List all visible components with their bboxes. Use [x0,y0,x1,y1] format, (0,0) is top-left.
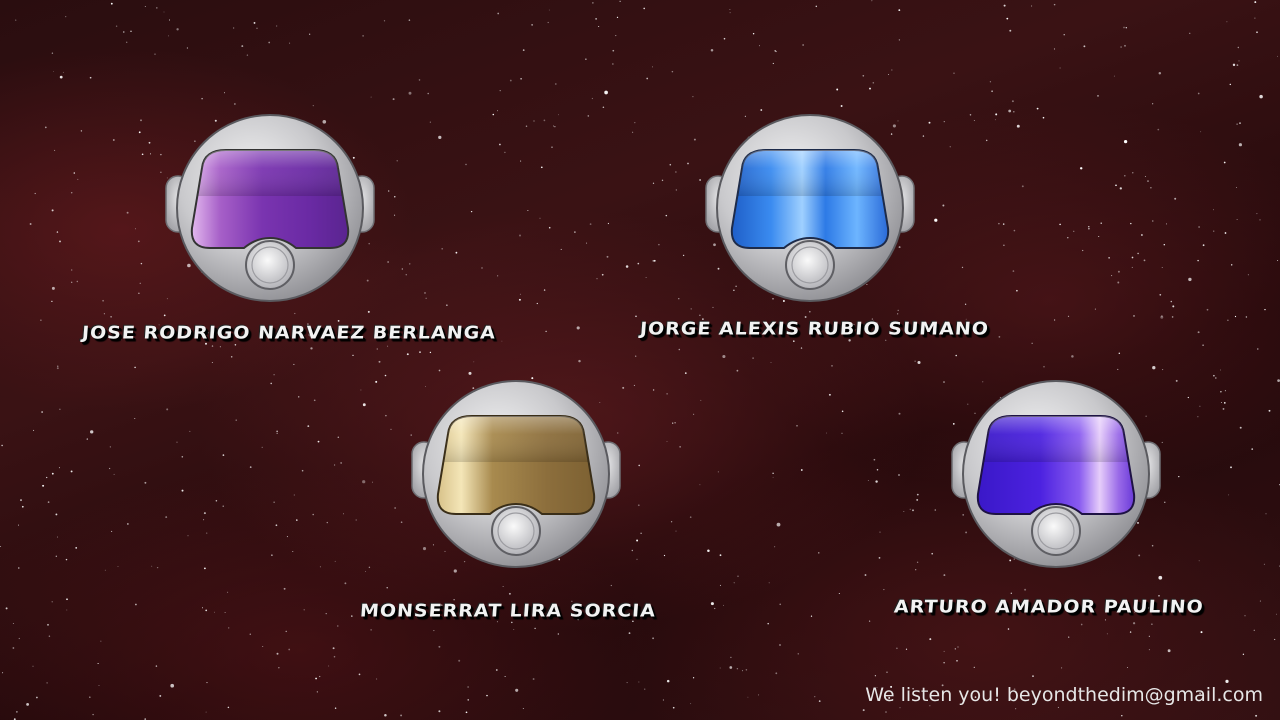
helmet-violet-icon [951,380,1161,568]
helmet-purple-icon [165,114,375,302]
contact-footer: We listen you! beyondthedim@gmail.com [865,684,1263,706]
member-name: Jorge Alexis Rubio Sumano [639,318,990,340]
helmet-blue-icon [705,114,915,302]
member-name: Jose Rodrigo Narvaez Berlanga [81,322,497,344]
member-name: Monserrat Lira Sorcia [359,600,657,622]
member-name: Arturo Amador Paulino [893,596,1205,618]
helmet-gold-icon [411,380,621,568]
